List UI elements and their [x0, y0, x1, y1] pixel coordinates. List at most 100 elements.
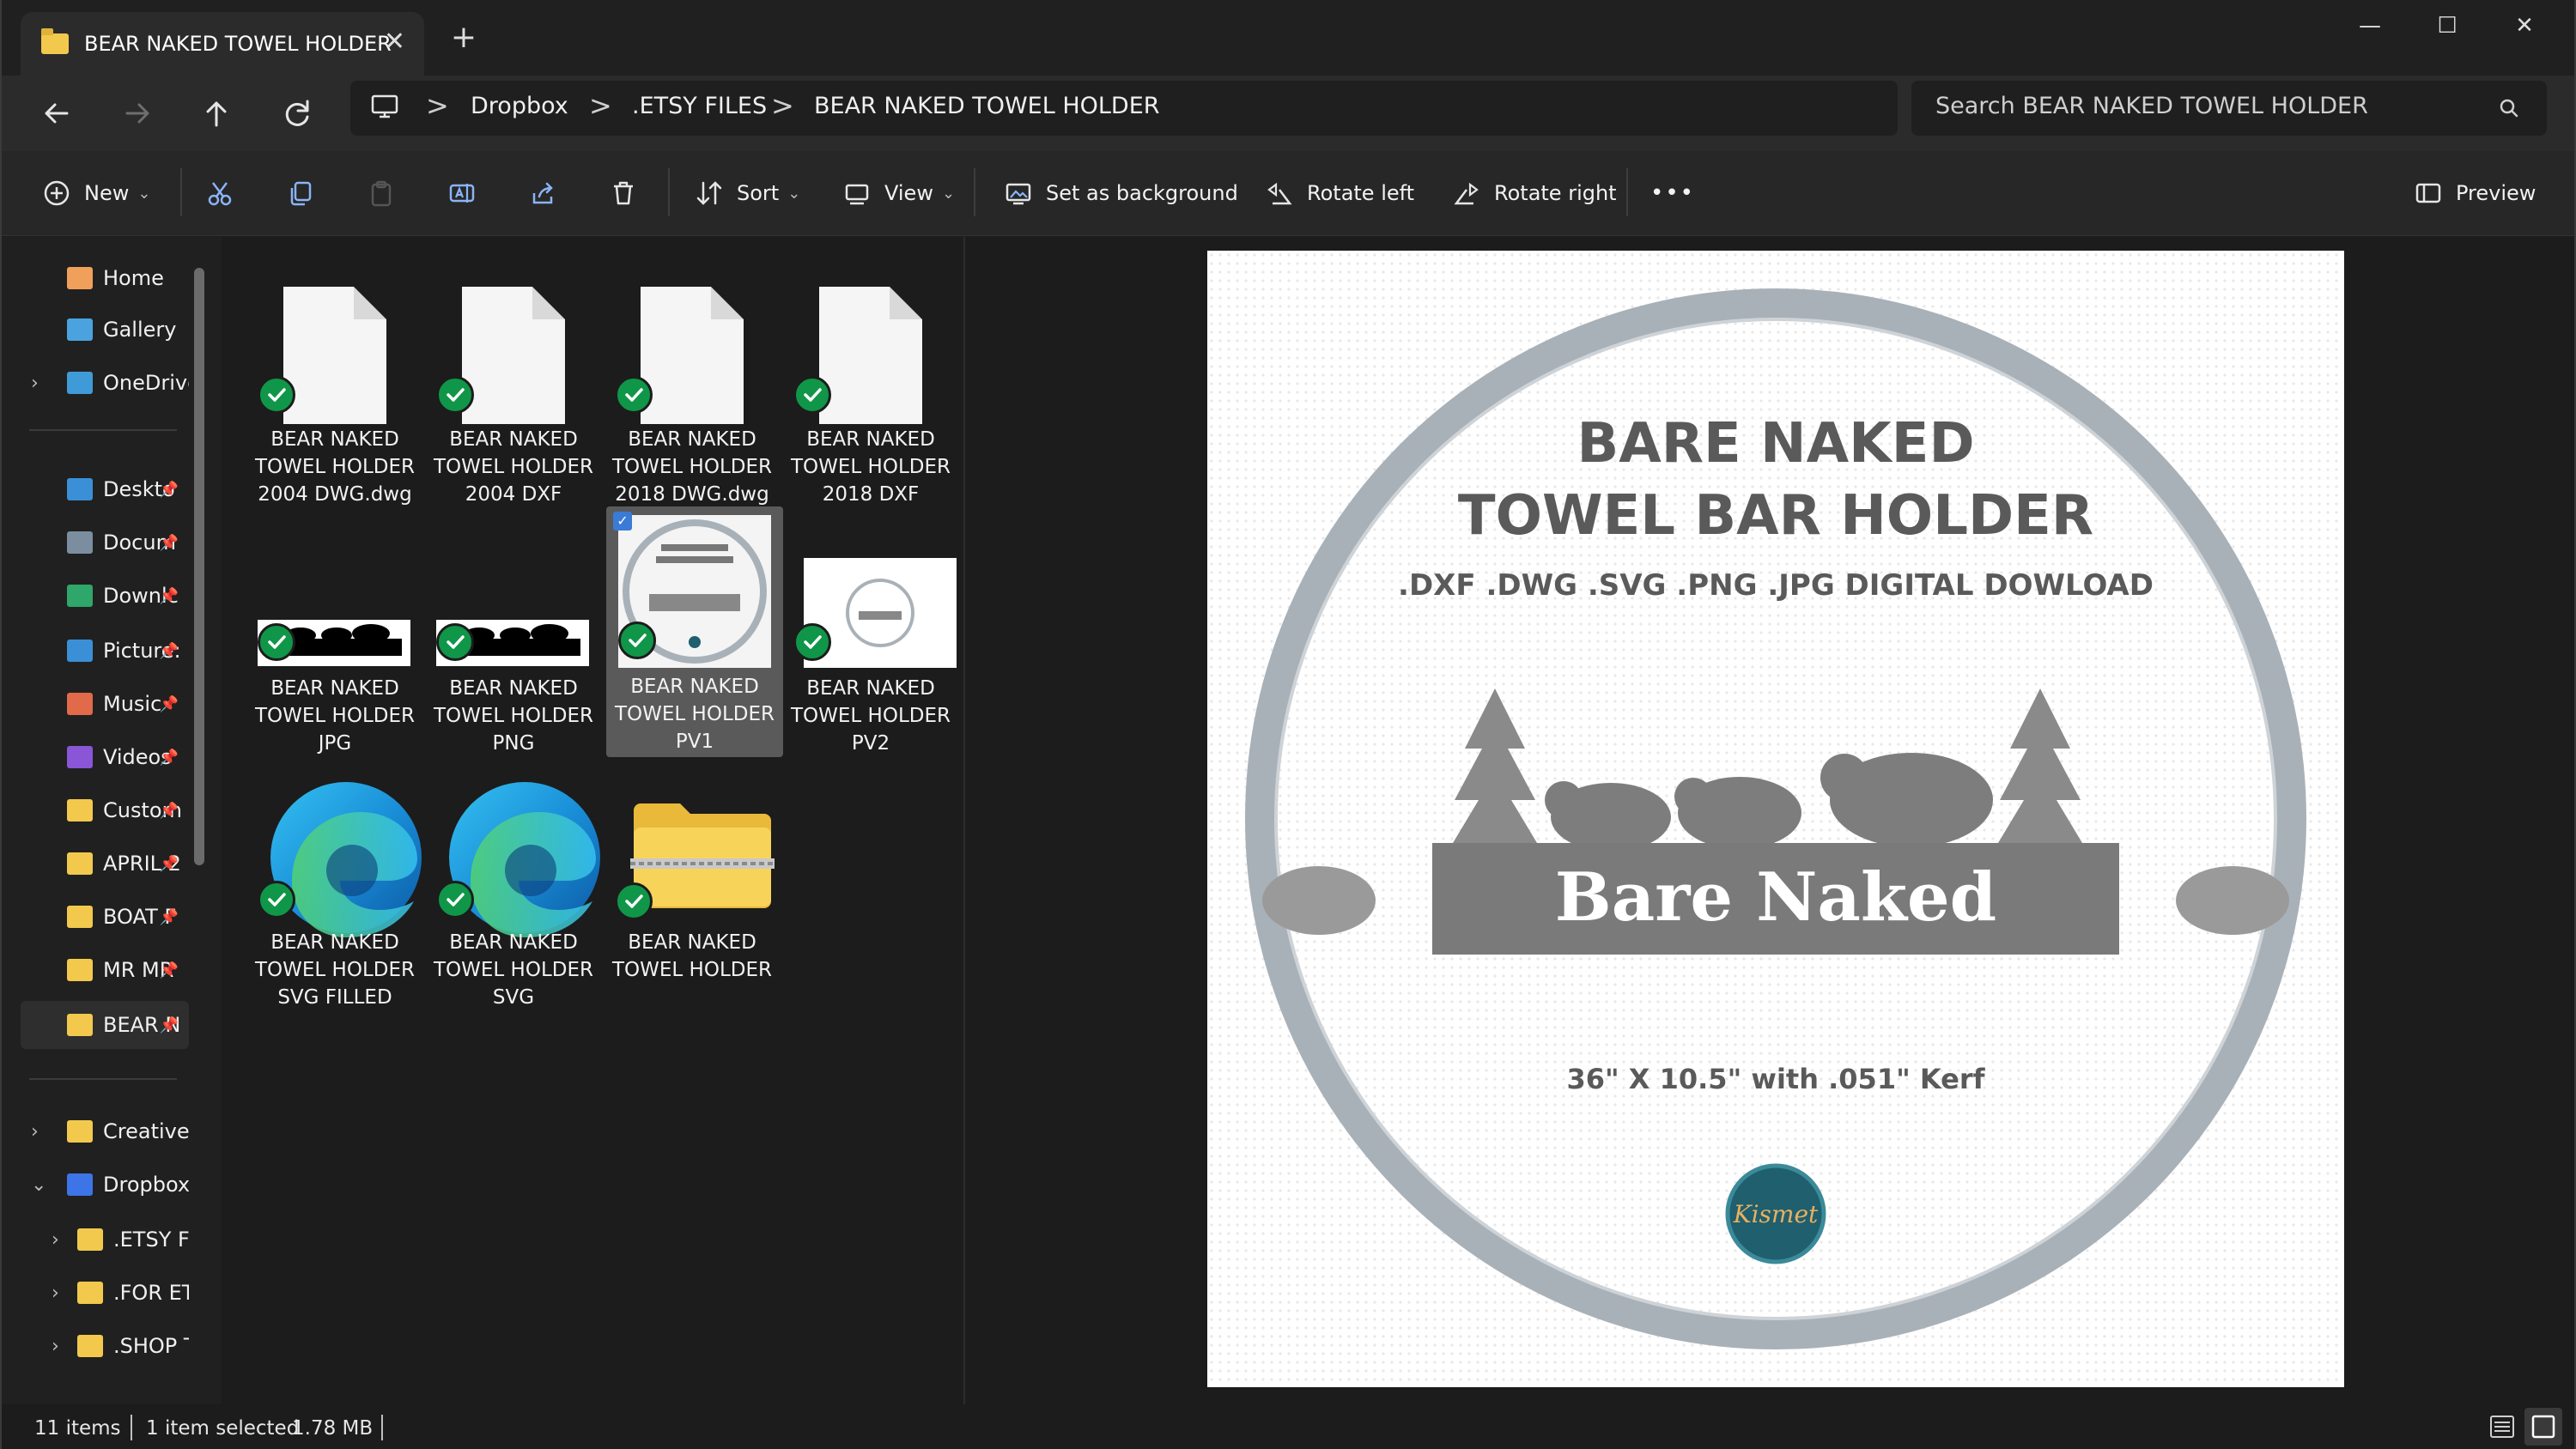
- rotate-right-button[interactable]: Rotate right: [1451, 172, 1617, 215]
- sidebar-item-custom[interactable]: Custom 📌: [21, 786, 189, 834]
- file-name: BEAR NAKED TOWEL HOLDER 2018 DWG.dwg: [610, 426, 775, 508]
- status-bar: [0, 1408, 2576, 1449]
- sidebar-item-april-2[interactable]: APRIL 2 📌: [21, 840, 189, 888]
- breadcrumb-separator[interactable]: >: [771, 89, 794, 122]
- sidebar-scrollbar[interactable]: [194, 268, 204, 865]
- file-item[interactable]: BEAR NAKED TOWEL HOLDER 2004 DXF: [431, 259, 596, 508]
- rotate-right-label: Rotate right: [1494, 181, 1617, 205]
- sidebar-item-docum[interactable]: Docum 📌: [21, 518, 189, 567]
- sidebar-item-dropbox[interactable]: ⌄ Dropbox: [21, 1161, 189, 1209]
- sidebar-item-shop-tc[interactable]: › .SHOP TC: [34, 1322, 189, 1370]
- details-view-button[interactable]: [2487, 1411, 2518, 1442]
- sidebar-item-gallery[interactable]: Gallery: [21, 306, 189, 354]
- selection-size: 1.78 MB: [292, 1417, 374, 1440]
- cut-button[interactable]: [204, 172, 235, 215]
- chevron-right-icon[interactable]: ›: [52, 1282, 59, 1304]
- new-button[interactable]: New ⌄: [41, 172, 150, 215]
- tab-close-button[interactable]: ✕: [384, 29, 405, 55]
- view-button[interactable]: View ⌄: [841, 172, 955, 215]
- file-item[interactable]: ✓ BEAR NAKED TOWEL HOLDER PV1: [606, 506, 783, 757]
- synced-status-icon: [615, 882, 653, 920]
- file-item[interactable]: BEAR NAKED TOWEL HOLDER PNG: [431, 508, 596, 757]
- file-name: BEAR NAKED TOWEL HOLDER JPG: [252, 675, 417, 757]
- sidebar-item-label: Music: [103, 692, 162, 716]
- file-name: BEAR NAKED TOWEL HOLDER PV1: [612, 673, 777, 755]
- breadcrumb-separator[interactable]: >: [426, 89, 449, 122]
- sidebar-item-onedrive[interactable]: › OneDrive: [21, 359, 189, 407]
- breadcrumb-current-folder[interactable]: BEAR NAKED TOWEL HOLDER: [814, 93, 1160, 119]
- file-item[interactable]: BEAR NAKED TOWEL HOLDER SVG FILLED: [252, 762, 422, 1011]
- file-item[interactable]: BEAR NAKED TOWEL HOLDER SVG: [431, 762, 600, 1011]
- set-as-background-button[interactable]: Set as background: [1003, 172, 1238, 215]
- divider: [131, 1415, 132, 1440]
- sidebar-item-picture[interactable]: Picture: 📌: [21, 627, 189, 675]
- up-button[interactable]: [192, 89, 240, 137]
- paste-button[interactable]: [366, 172, 397, 215]
- sidebar-item-etsy-fil[interactable]: › .ETSY FIL: [34, 1216, 189, 1264]
- synced-status-icon: [258, 623, 295, 661]
- breadcrumb-dropbox[interactable]: Dropbox: [471, 93, 568, 119]
- close-window-button[interactable]: ✕: [2499, 9, 2550, 43]
- file-item[interactable]: BEAR NAKED TOWEL HOLDER 2004 DWG.dwg: [252, 259, 417, 508]
- sort-button[interactable]: Sort ⌄: [694, 172, 800, 215]
- file-item[interactable]: BEAR NAKED TOWEL HOLDER: [610, 762, 775, 1011]
- file-item[interactable]: BEAR NAKED TOWEL HOLDER 2018 DXF: [788, 259, 953, 508]
- share-button[interactable]: [527, 172, 558, 215]
- back-button[interactable]: [33, 89, 81, 137]
- preview-pane-button[interactable]: Preview: [2413, 172, 2536, 215]
- dropbox-icon: [67, 1173, 93, 1196]
- copy-button[interactable]: [285, 172, 316, 215]
- sign-text: Bare Naked: [1555, 858, 1996, 937]
- more-options-button[interactable]: •••: [1650, 172, 1695, 215]
- sidebar-item-label: .SHOP TC: [113, 1334, 189, 1358]
- sidebar-divider: [29, 1078, 177, 1080]
- chevron-right-icon[interactable]: ›: [31, 373, 39, 394]
- sidebar-item-label: Dropbox: [103, 1173, 189, 1197]
- large-icons-view-button[interactable]: [2524, 1408, 2562, 1446]
- file-item[interactable]: BEAR NAKED TOWEL HOLDER JPG: [252, 508, 417, 757]
- sidebar-item-home[interactable]: Home: [21, 254, 189, 302]
- minimize-button[interactable]: —: [2344, 9, 2396, 43]
- folder-icon: [67, 959, 93, 981]
- sidebar-item-music[interactable]: Music 📌: [21, 680, 189, 728]
- rotate-left-button[interactable]: Rotate left: [1264, 172, 1414, 215]
- sidebar-item-boat-f[interactable]: BOAT F 📌: [21, 893, 189, 941]
- maximize-button[interactable]: ☐: [2421, 9, 2473, 43]
- file-item[interactable]: BEAR NAKED TOWEL HOLDER 2018 DWG.dwg: [610, 259, 775, 508]
- file-name: BEAR NAKED TOWEL HOLDER 2004 DXF: [431, 426, 596, 508]
- forward-button[interactable]: [113, 89, 161, 137]
- sidebar-item-for-ets[interactable]: › .FOR ETS: [34, 1269, 189, 1317]
- pin-icon: 📌: [159, 641, 179, 660]
- tab-bear-naked-towel-holder[interactable]: BEAR NAKED TOWEL HOLDER ✕: [21, 12, 424, 76]
- plus-circle-icon: [44, 180, 70, 206]
- sidebar-item-label: Gallery: [103, 318, 177, 342]
- sidebar-item-deskto[interactable]: Deskto 📌: [21, 465, 189, 513]
- chevron-right-icon[interactable]: ›: [52, 1229, 59, 1251]
- view-icon: [845, 184, 869, 205]
- breadcrumb-separator[interactable]: >: [589, 89, 612, 122]
- sidebar-item-downlc[interactable]: Downlc 📌: [21, 572, 189, 620]
- breadcrumb-etsy-files[interactable]: .ETSY FILES: [632, 93, 767, 119]
- sidebar-item-bear-n[interactable]: BEAR N 📌: [21, 1001, 189, 1049]
- sidebar-item-mr-mr[interactable]: MR MR 📌: [21, 946, 189, 994]
- file-name-line: BEAR NAKED: [449, 931, 578, 954]
- chevron-right-icon[interactable]: ›: [31, 1121, 39, 1143]
- search-icon[interactable]: [2492, 91, 2526, 125]
- new-tab-button[interactable]: +: [445, 19, 483, 57]
- sidebar-item-label: .ETSY FIL: [113, 1228, 189, 1252]
- selection-checkbox[interactable]: ✓: [613, 512, 632, 530]
- rename-button[interactable]: [447, 172, 477, 215]
- divider: [180, 168, 182, 216]
- this-pc-icon[interactable]: [368, 89, 402, 124]
- file-name: BEAR NAKED TOWEL HOLDER SVG: [431, 929, 596, 1011]
- sidebar-item-videos[interactable]: Videos 📌: [21, 733, 189, 781]
- edge-icon: [445, 778, 605, 937]
- home-icon: [67, 267, 93, 289]
- refresh-button[interactable]: [273, 89, 321, 137]
- chevron-right-icon[interactable]: ›: [52, 1336, 59, 1357]
- file-item[interactable]: BEAR NAKED TOWEL HOLDER PV2: [788, 508, 957, 757]
- delete-button[interactable]: [608, 172, 639, 215]
- sidebar-item-creative-c[interactable]: › Creative C: [21, 1107, 189, 1155]
- chevron-down-icon: ⌄: [137, 184, 151, 203]
- chevron-down-icon[interactable]: ⌄: [31, 1174, 46, 1196]
